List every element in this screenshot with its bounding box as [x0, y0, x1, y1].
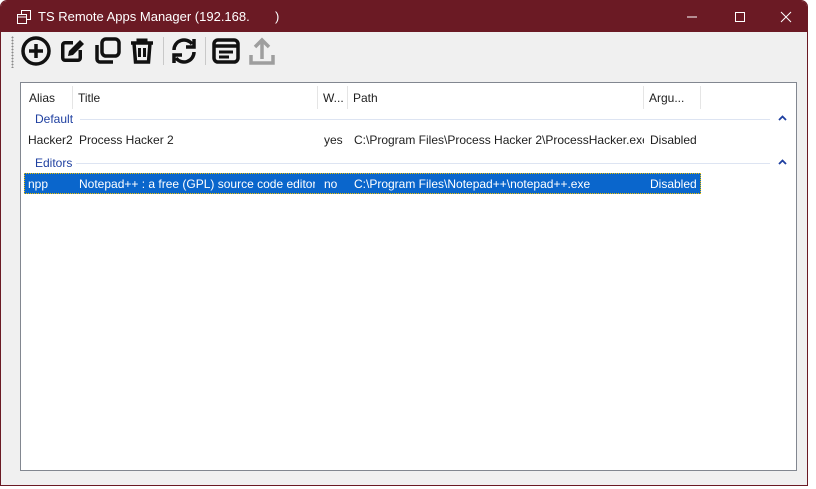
column-arguments[interactable]: Argu... — [644, 86, 701, 109]
table-row[interactable]: Hacker2 Process Hacker 2 yes C:\Program … — [24, 129, 701, 150]
app-icon — [17, 10, 31, 24]
add-circle-icon — [21, 36, 51, 66]
maximize-icon — [735, 12, 745, 22]
cell-alias: npp — [28, 177, 49, 191]
minimize-icon — [687, 16, 697, 18]
column-w[interactable]: W... — [318, 86, 348, 109]
title-bar[interactable]: TS Remote Apps Manager (192.168. ) — [1, 1, 807, 32]
close-button[interactable] — [763, 1, 809, 32]
app-window: TS Remote Apps Manager (192.168. ) Alias… — [0, 0, 808, 486]
group-header-editors[interactable]: Editors — [24, 154, 796, 172]
cell-arguments: Disabled — [650, 177, 697, 191]
group-divider — [76, 163, 770, 164]
cell-path: C:\Program Files\Process Hacker 2\Proces… — [354, 133, 644, 147]
duplicate-button[interactable] — [90, 34, 124, 68]
maximize-button[interactable] — [717, 1, 763, 32]
close-icon — [780, 11, 792, 23]
edit-icon — [61, 40, 84, 62]
export-icon — [249, 37, 275, 65]
chevron-up-icon[interactable] — [778, 115, 787, 121]
column-path[interactable]: Path — [348, 86, 644, 109]
group-divider — [80, 119, 770, 120]
refresh-button[interactable] — [167, 34, 201, 68]
delete-icon — [131, 38, 153, 64]
toolbar-separator — [205, 37, 206, 65]
cell-title: Notepad++ : a free (GPL) source code edi… — [79, 177, 315, 191]
refresh-icon — [172, 38, 196, 64]
column-alias[interactable]: Alias — [24, 86, 73, 109]
cell-arguments: Disabled — [650, 133, 697, 147]
properties-icon — [212, 38, 240, 64]
cell-w: yes — [324, 133, 343, 147]
minimize-button[interactable] — [669, 1, 715, 32]
column-header: Alias Title W... Path Argu... — [24, 86, 796, 109]
cell-alias: Hacker2 — [28, 133, 72, 147]
toolbar-grip[interactable] — [11, 36, 14, 68]
window-title: TS Remote Apps Manager (192.168. ) — [38, 9, 280, 24]
properties-button[interactable] — [209, 34, 243, 68]
cell-w: no — [324, 177, 338, 191]
cell-title: Process Hacker 2 — [79, 133, 174, 147]
cell-path: C:\Program Files\Notepad++\notepad++.exe — [354, 177, 591, 191]
group-label: Default — [35, 112, 74, 126]
duplicate-icon — [95, 37, 121, 64]
table-row[interactable]: npp Notepad++ : a free (GPL) source code… — [24, 173, 701, 194]
export-button[interactable] — [245, 34, 279, 68]
group-label: Editors — [35, 156, 73, 170]
toolbar — [1, 32, 807, 71]
add-button[interactable] — [19, 34, 53, 68]
delete-button[interactable] — [125, 34, 159, 68]
apps-list[interactable]: Alias Title W... Path Argu... Default Ha… — [20, 82, 797, 471]
column-title[interactable]: Title — [73, 86, 318, 109]
toolbar-separator — [163, 37, 164, 65]
group-header-default[interactable]: Default — [24, 110, 796, 128]
edit-button[interactable] — [55, 34, 89, 68]
chevron-up-icon[interactable] — [778, 159, 787, 165]
